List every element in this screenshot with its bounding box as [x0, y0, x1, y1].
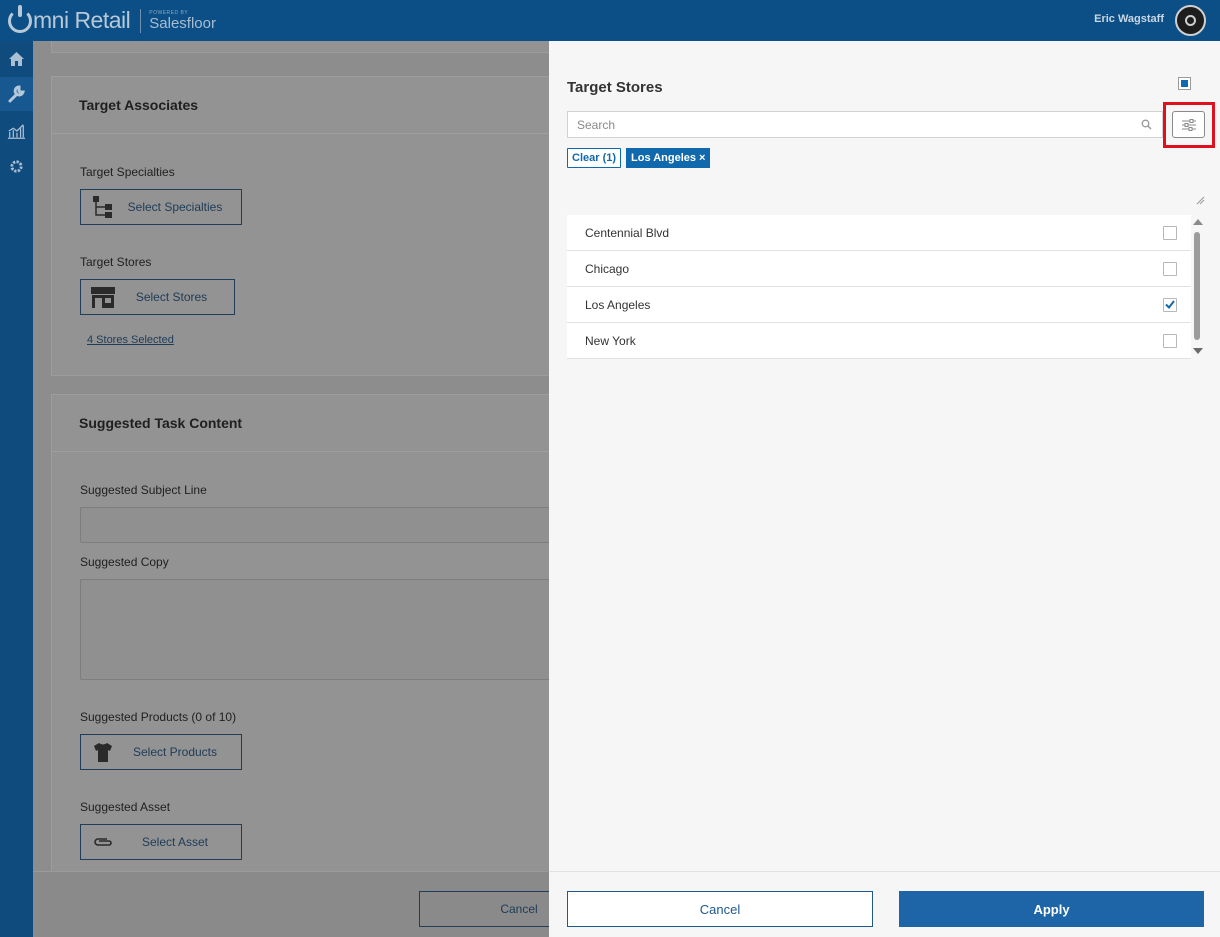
- select-stores-label: Select Stores: [135, 290, 208, 304]
- suggested-content-card: Suggested Task Content Suggested Subject…: [51, 394, 549, 914]
- paperclip-icon: [89, 829, 117, 855]
- logo-text: mni Retail: [33, 7, 131, 33]
- store-checkbox[interactable]: [1163, 297, 1177, 312]
- app-logo[interactable]: mni Retail POWERED BY Salesfloor: [8, 0, 216, 41]
- previous-card: [51, 41, 549, 53]
- apply-button[interactable]: Apply: [899, 891, 1204, 927]
- select-products-label: Select Products: [132, 745, 218, 759]
- select-all-checkbox[interactable]: [1178, 77, 1191, 90]
- store-checkbox[interactable]: [1163, 333, 1177, 348]
- products-label: Suggested Products (0 of 10): [80, 710, 237, 724]
- gear-icon[interactable]: [7, 157, 26, 176]
- wrench-icon[interactable]: [0, 77, 33, 111]
- chart-icon[interactable]: [7, 121, 26, 140]
- select-products-button[interactable]: Select Products: [80, 734, 242, 770]
- store-name: Chicago: [585, 261, 630, 276]
- scroll-up-icon[interactable]: [1193, 219, 1203, 225]
- remove-filter-icon[interactable]: ×: [699, 152, 705, 164]
- powered-by: POWERED BY Salesfloor: [149, 10, 216, 32]
- stores-label: Target Stores: [80, 255, 152, 269]
- select-asset-button[interactable]: Select Asset: [80, 824, 242, 860]
- store-name: Los Angeles: [585, 297, 651, 312]
- resize-grip-icon[interactable]: [1195, 195, 1205, 205]
- store-list-item[interactable]: Centennial Blvd: [567, 215, 1191, 251]
- store-name: Centennial Blvd: [585, 225, 670, 240]
- copy-label: Suggested Copy: [80, 555, 169, 569]
- filter-chip-label: Los Angeles: [631, 152, 697, 164]
- power-icon: [8, 4, 32, 33]
- sliders-icon: [1181, 118, 1196, 131]
- search-icon[interactable]: [1136, 119, 1156, 130]
- specialties-label: Target Specialties: [80, 165, 175, 179]
- hierarchy-icon: [89, 194, 117, 220]
- shirt-icon: [89, 739, 117, 765]
- card-title: Target Associates: [52, 77, 549, 134]
- store-name: New York: [585, 333, 636, 348]
- store-list: Centennial Blvd Chicago Los Angeles New Yor…: [567, 215, 1191, 359]
- background-footer: Cancel: [33, 871, 549, 937]
- checkmark-icon: [1165, 300, 1175, 309]
- avatar-icon: [1185, 15, 1196, 26]
- scroll-down-icon[interactable]: [1193, 348, 1203, 354]
- background-form: Target Associates Target Specialties Sel…: [33, 41, 549, 937]
- search-box: [567, 111, 1163, 138]
- store-icon: [89, 284, 117, 310]
- logo-divider: [140, 8, 142, 33]
- filter-chip[interactable]: Los Angeles ×: [626, 148, 711, 168]
- panel-footer: Cancel Apply: [549, 871, 1220, 937]
- avatar[interactable]: [1175, 5, 1206, 36]
- scrollbar[interactable]: [1192, 215, 1204, 359]
- stores-selected-link[interactable]: 4 Stores Selected: [87, 334, 174, 346]
- store-checkbox[interactable]: [1163, 261, 1177, 276]
- background-cancel-button[interactable]: Cancel: [419, 891, 549, 927]
- clear-filters-button[interactable]: Clear (1): [567, 148, 622, 168]
- select-specialties-button[interactable]: Select Specialties: [80, 189, 242, 225]
- select-stores-button[interactable]: Select Stores: [80, 279, 235, 315]
- top-bar: mni Retail POWERED BY Salesfloor Eric Wa…: [0, 0, 1220, 41]
- powered-by-brand: Salesfloor: [149, 14, 216, 32]
- store-list-item[interactable]: Los Angeles: [567, 287, 1191, 323]
- filter-button[interactable]: [1172, 111, 1205, 138]
- asset-label: Suggested Asset: [80, 800, 171, 814]
- search-input[interactable]: [568, 117, 1136, 132]
- card-title: Suggested Task Content: [52, 395, 549, 452]
- subject-line-label: Suggested Subject Line: [80, 483, 207, 497]
- target-stores-panel: Target Stores Clear (1) Los Angeles × Ce…: [549, 41, 1220, 937]
- panel-title: Target Stores: [567, 79, 663, 96]
- select-asset-label: Select Asset: [141, 835, 209, 849]
- cancel-button[interactable]: Cancel: [567, 891, 873, 927]
- store-list-item[interactable]: Chicago: [567, 251, 1191, 287]
- copy-textarea[interactable]: [80, 579, 549, 680]
- select-specialties-label: Select Specialties: [127, 200, 223, 214]
- subject-line-input[interactable]: [80, 507, 549, 543]
- user-name[interactable]: Eric Wagstaff: [1094, 13, 1164, 25]
- active-filters: Clear (1) Los Angeles ×: [567, 148, 711, 168]
- store-checkbox[interactable]: [1163, 225, 1177, 240]
- target-associates-card: Target Associates Target Specialties Sel…: [51, 76, 549, 376]
- partial-selection-indicator: [1181, 80, 1188, 87]
- sidebar: [0, 41, 33, 937]
- home-icon[interactable]: [7, 49, 26, 68]
- store-list-item[interactable]: New York: [567, 323, 1191, 359]
- scroll-thumb[interactable]: [1194, 232, 1200, 340]
